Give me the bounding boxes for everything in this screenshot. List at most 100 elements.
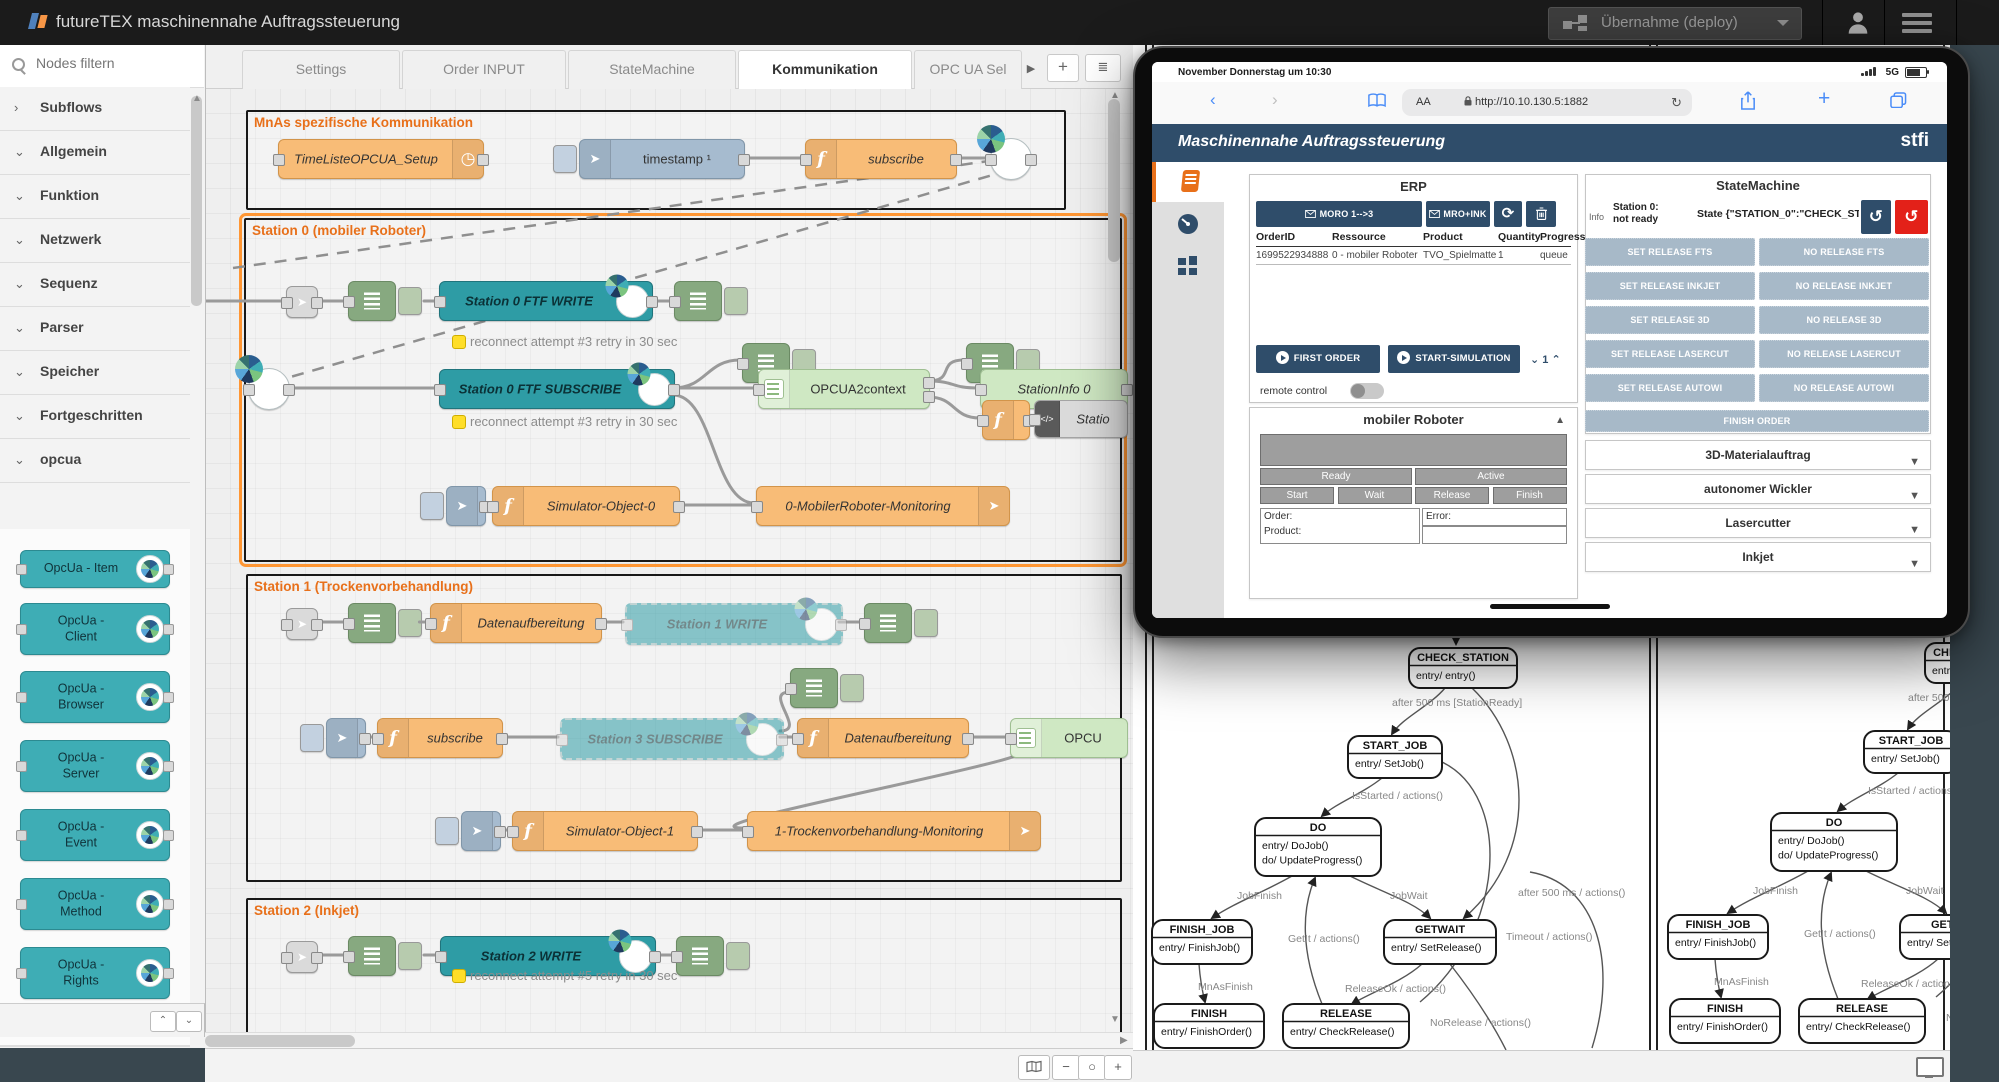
node-port[interactable] (16, 830, 27, 841)
sidebar-item-dashboard[interactable] (1152, 204, 1224, 244)
node-port[interactable] (163, 968, 174, 979)
tabs-icon[interactable] (1890, 92, 1907, 113)
collapse-all-button[interactable]: ⌃ (150, 1011, 176, 1032)
node-port-output[interactable] (494, 826, 506, 838)
delete-orders-button[interactable] (1526, 201, 1556, 227)
palette-category-speicher[interactable]: ⌄Speicher (0, 351, 190, 395)
tab-settings[interactable]: Settings (242, 50, 400, 89)
inject-button[interactable] (435, 817, 459, 845)
node-port-input[interactable] (977, 415, 989, 427)
node-datenaufbereitung[interactable]: fDatenaufbereitung (797, 718, 969, 758)
node-simulator-object-1[interactable]: fSimulator-Object-1 (512, 811, 698, 851)
node-port[interactable] (16, 761, 27, 772)
node-port[interactable] (163, 624, 174, 635)
node-port-input[interactable] (343, 618, 355, 630)
forward-icon[interactable]: › (1272, 90, 1278, 110)
node-port-input[interactable] (1005, 733, 1017, 745)
node-port-output[interactable] (496, 733, 508, 745)
node-debug[interactable] (348, 936, 396, 976)
node-port-input[interactable] (343, 951, 355, 963)
sm-button-no-release-3d[interactable]: NO RELEASE 3D (1759, 306, 1929, 334)
node-port-input[interactable] (273, 154, 285, 166)
node-port-input[interactable] (281, 619, 293, 631)
node-statio[interactable]: </>Statio (1034, 400, 1128, 438)
node-port-input[interactable] (556, 734, 568, 746)
accordion-3d-materialauftrag[interactable]: 3D-Materialauftrag▼ (1585, 440, 1931, 470)
sm-button-set-release-3d[interactable]: SET RELEASE 3D (1585, 306, 1755, 334)
node-opcua-item[interactable] (248, 368, 290, 410)
node-port-input[interactable] (281, 297, 293, 309)
mro-ink-button[interactable]: MRO+INK (1426, 201, 1490, 227)
node-debug[interactable] (348, 281, 396, 321)
start-simulation-button[interactable]: START-SIMULATION (1388, 345, 1520, 373)
palette-node-client[interactable]: OpcUa -Client (20, 603, 170, 655)
node-port-input[interactable] (425, 618, 437, 630)
node-port-input[interactable] (507, 826, 519, 838)
tab-scroll-right-button[interactable]: ▶ (1023, 59, 1039, 79)
node-port[interactable] (16, 692, 27, 703)
address-bar[interactable]: AA http://10.10.130.5:1882 ↻ (1402, 89, 1692, 116)
node-port-output[interactable] (311, 619, 323, 631)
node-port-input[interactable] (434, 384, 446, 396)
moro-button[interactable]: MORO 1-->3 (1256, 201, 1422, 227)
roboter-state-wait[interactable]: Wait (1338, 487, 1412, 504)
flow-canvas[interactable]: MnAs spezifische KommunikationStation 0 … (205, 88, 1133, 1032)
node-port-output[interactable] (311, 952, 323, 964)
palette-category-netzwerk[interactable]: ⌄Netzwerk (0, 219, 190, 263)
remote-control-toggle[interactable] (1350, 383, 1384, 399)
palette-node-item[interactable]: OpcUa - Item (20, 550, 170, 588)
node-port-input[interactable] (434, 296, 446, 308)
node-datenaufbereitung[interactable]: fDatenaufbereitung (430, 603, 602, 643)
node-timelisteopcua-setup[interactable]: ◷TimeListeOPCUA_Setup (278, 139, 484, 179)
tab-kommunikation[interactable]: Kommunikation (738, 50, 912, 89)
node-debug[interactable] (674, 281, 722, 321)
node-port-output[interactable] (1121, 384, 1133, 396)
zoom-reset-button[interactable]: ○ (1078, 1055, 1106, 1080)
node-port[interactable] (16, 564, 27, 575)
node-func[interactable]: f (982, 400, 1030, 440)
node-port-output[interactable] (649, 951, 661, 963)
inject-button[interactable] (300, 724, 324, 752)
node-port-input[interactable] (671, 951, 683, 963)
node-station-3-subscribe[interactable]: Station 3 SUBSCRIBE (560, 718, 784, 760)
debug-toggle-button[interactable] (398, 609, 422, 637)
first-order-button[interactable]: FIRST ORDER (1256, 345, 1380, 373)
sm-button-set-release-fts[interactable]: SET RELEASE FTS (1585, 238, 1755, 266)
sm-button-no-release-lasercut[interactable]: NO RELEASE LASERCUT (1759, 340, 1929, 368)
node-port-input[interactable] (961, 358, 973, 370)
sidebar-item-orders[interactable] (1152, 162, 1228, 202)
node-port[interactable] (16, 624, 27, 635)
canvas-hscrollbar[interactable]: ▶ (205, 1032, 1133, 1049)
node-port-output[interactable] (738, 154, 750, 166)
node-port-output[interactable] (673, 501, 685, 513)
node-inject[interactable]: ➤ (326, 718, 366, 758)
node-debug[interactable] (864, 603, 912, 643)
debug-toggle-button[interactable] (724, 287, 748, 315)
node-port-input[interactable] (859, 618, 871, 630)
zoom-out-button[interactable]: − (1052, 1055, 1080, 1080)
share-icon[interactable] (1740, 91, 1756, 115)
node-port-output[interactable] (668, 384, 680, 396)
flow-list-button[interactable]: ≣ (1085, 54, 1121, 82)
node-port[interactable] (16, 968, 27, 979)
accordion-inkjet[interactable]: Inkjet▼ (1585, 542, 1931, 572)
accordion-autonomer-wickler[interactable]: autonomer Wickler▼ (1585, 474, 1931, 504)
node-port[interactable] (163, 761, 174, 772)
sm-button-no-release-inkjet[interactable]: NO RELEASE INKJET (1759, 272, 1929, 300)
node-port-input[interactable] (800, 154, 812, 166)
deploy-button[interactable]: Übernahme (deploy) (1548, 7, 1802, 40)
node-inject[interactable]: ➤ (461, 811, 501, 851)
palette-search[interactable] (0, 45, 204, 88)
node-port-input[interactable] (621, 619, 633, 631)
add-flow-button[interactable]: + (1047, 54, 1079, 82)
node-port[interactable] (163, 692, 174, 703)
palette-scrollbar[interactable] (191, 96, 202, 306)
sidebar-item-grid[interactable] (1152, 246, 1224, 286)
minimap-button[interactable] (1018, 1055, 1050, 1080)
palette-node-server[interactable]: OpcUa -Server (20, 740, 170, 792)
node-station-0-ftf-write[interactable]: Station 0 FTF WRITE (439, 281, 653, 321)
node-port-output[interactable] (477, 154, 489, 166)
roboter-state-ready[interactable]: Ready (1260, 468, 1412, 485)
palette-category-sequenz[interactable]: ⌄Sequenz (0, 263, 190, 307)
palette-category-opcua[interactable]: ⌄opcua (0, 439, 190, 483)
